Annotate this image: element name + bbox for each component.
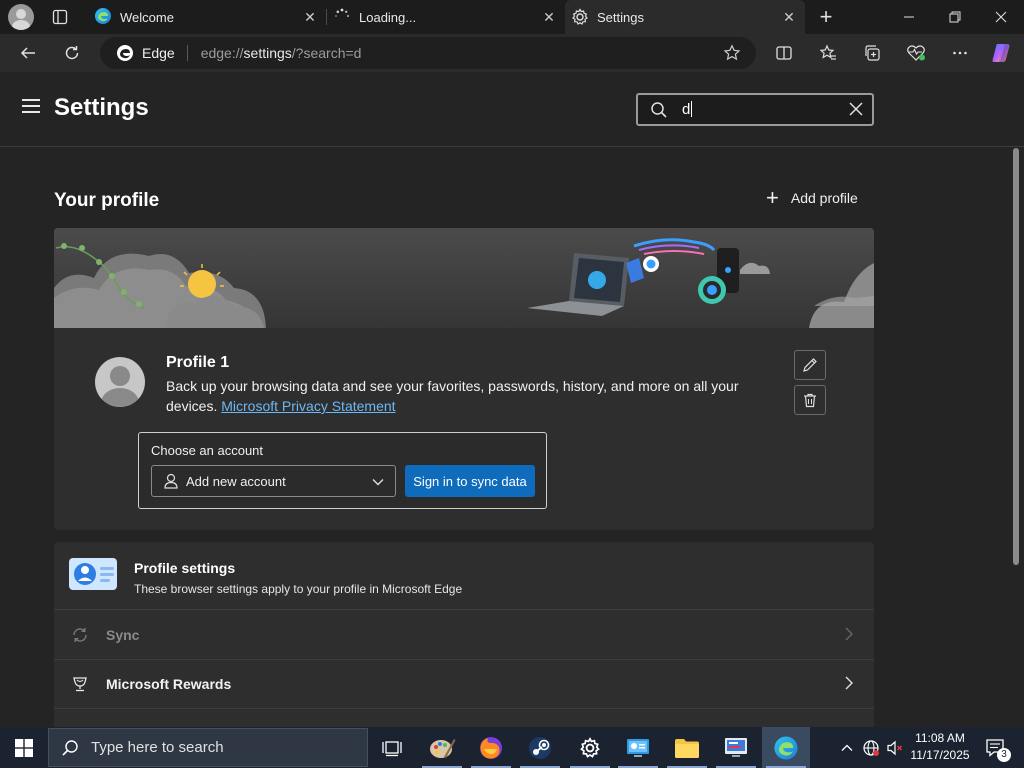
tab-title: Settings [597, 9, 644, 25]
account-dropdown-value: Add new account [186, 473, 286, 489]
copilot-icon[interactable] [986, 39, 1016, 67]
address-divider [186, 45, 188, 61]
tab-actions-icon[interactable] [44, 5, 76, 29]
profile-card: Profile 1 Back up your browsing data and… [54, 228, 874, 530]
profile-avatar-icon[interactable] [8, 4, 34, 30]
settings-gear-icon[interactable] [566, 727, 614, 768]
sync-label: Sync [106, 627, 140, 643]
profile-banner-image [54, 228, 874, 328]
chevron-right-icon [845, 627, 853, 641]
steam-icon[interactable] [516, 727, 564, 768]
settings-item-sync[interactable]: Sync [54, 611, 874, 660]
close-tab-icon[interactable]: ✕ [781, 9, 797, 25]
close-tab-icon[interactable]: ✕ [541, 9, 557, 25]
paint-app-icon[interactable] [418, 727, 466, 768]
edit-profile-button[interactable] [794, 350, 826, 380]
page-title: Settings [54, 94, 149, 121]
sign-in-sync-button[interactable]: Sign in to sync data [405, 465, 535, 497]
clear-search-icon[interactable] [848, 101, 864, 117]
chevron-right-icon [845, 676, 853, 690]
favorite-star-icon[interactable] [722, 43, 742, 63]
taskbar-search-input[interactable]: Type here to search [48, 728, 368, 767]
add-profile-button[interactable]: + Add profile [766, 185, 858, 210]
split-screen-icon[interactable] [769, 39, 799, 67]
clock-time: 11:08 AM [915, 731, 965, 745]
restore-icon[interactable] [932, 0, 978, 34]
gear-icon [571, 8, 589, 26]
settings-list: Profile settings These browser settings … [54, 542, 874, 727]
collections-icon[interactable] [857, 39, 887, 67]
notifications-icon[interactable]: 3 [980, 727, 1012, 768]
refresh-icon[interactable] [57, 39, 87, 67]
settings-item-microsoft-rewards[interactable]: Microsoft Rewards [54, 660, 874, 709]
person-icon [164, 473, 178, 489]
search-icon [62, 739, 78, 756]
menu-icon[interactable] [22, 99, 42, 117]
pencil-icon [803, 358, 817, 372]
network-globe-icon[interactable] [860, 727, 882, 768]
chevron-down-icon [372, 479, 384, 486]
search-value: d [682, 101, 693, 118]
sync-icon [70, 625, 90, 645]
search-icon [651, 102, 667, 118]
taskbar: Type here to search 11:08 AM 11/17/2025 [0, 727, 1024, 768]
profile-avatar [95, 357, 145, 407]
profile-name: Profile 1 [166, 354, 230, 371]
microsoft-rewards-label: Microsoft Rewards [106, 676, 232, 692]
close-window-icon[interactable] [978, 0, 1024, 34]
profile-description: Back up your browsing data and see your … [166, 376, 756, 416]
profile-settings-title: Profile settings [134, 560, 236, 576]
file-explorer-icon[interactable] [663, 727, 711, 768]
profile-settings-icon [69, 558, 117, 590]
url-text[interactable]: edge://settings/?search=d [201, 45, 362, 61]
edge-logo-icon [117, 45, 133, 61]
control-panel-icon[interactable] [614, 727, 662, 768]
favorites-icon[interactable] [813, 39, 843, 67]
profile-settings-description: These browser settings apply to your pro… [134, 582, 463, 596]
search-input[interactable]: d [636, 93, 874, 126]
settings-header: Settings d [0, 72, 1024, 147]
task-view-icon[interactable] [368, 727, 416, 768]
choose-account-label: Choose an account [151, 443, 264, 458]
remote-desktop-icon[interactable] [712, 727, 760, 768]
notification-count-badge: 3 [997, 748, 1011, 762]
clock-date: 11/17/2025 [910, 748, 970, 762]
tab-welcome[interactable]: Welcome ✕ [86, 0, 326, 34]
firefox-icon[interactable] [467, 727, 515, 768]
new-tab-button[interactable]: + [812, 4, 840, 30]
add-profile-label: Add profile [790, 190, 858, 206]
privacy-statement-link[interactable]: Microsoft Privacy Statement [221, 398, 395, 414]
more-options-icon[interactable] [945, 39, 975, 67]
plus-icon: + [766, 185, 779, 210]
choose-account-panel: Choose an account Add new account Sign i… [138, 432, 547, 509]
navigation-bar: Edge edge://settings/?search=d [0, 34, 1024, 72]
tab-settings[interactable]: Settings ✕ [565, 0, 805, 34]
address-bar[interactable]: Edge edge://settings/?search=d [100, 37, 756, 69]
volume-muted-icon[interactable] [884, 727, 906, 768]
profile-settings-row: Profile settings These browser settings … [54, 542, 874, 610]
taskbar-clock[interactable]: 11:08 AM 11/17/2025 [906, 730, 974, 764]
minimize-icon[interactable] [886, 0, 932, 34]
show-hidden-icons-icon[interactable] [836, 727, 858, 768]
account-dropdown[interactable]: Add new account [151, 465, 396, 497]
edge-taskbar-icon[interactable] [762, 727, 810, 768]
site-label: Edge [142, 45, 175, 61]
section-title: Your profile [54, 190, 160, 211]
loading-spinner-icon [333, 7, 351, 28]
taskbar-search-placeholder: Type here to search [91, 739, 224, 756]
trophy-icon [70, 674, 90, 694]
edge-icon [94, 7, 112, 28]
tab-title: Loading... [359, 9, 417, 25]
settings-page: Settings d Your profile + Add profile Pr… [0, 72, 1024, 727]
trash-icon [804, 393, 816, 408]
title-bar: Welcome ✕ Loading... ✕ Settings ✕ + [0, 0, 1024, 34]
tab-title: Welcome [120, 9, 174, 25]
close-tab-icon[interactable]: ✕ [302, 9, 318, 25]
delete-profile-button[interactable] [794, 385, 826, 415]
windows-start-icon[interactable] [0, 727, 48, 768]
tab-loading[interactable]: Loading... ✕ [327, 0, 565, 34]
back-icon[interactable] [13, 39, 43, 67]
browser-essentials-icon[interactable] [901, 39, 931, 67]
scrollbar[interactable] [1013, 148, 1019, 565]
